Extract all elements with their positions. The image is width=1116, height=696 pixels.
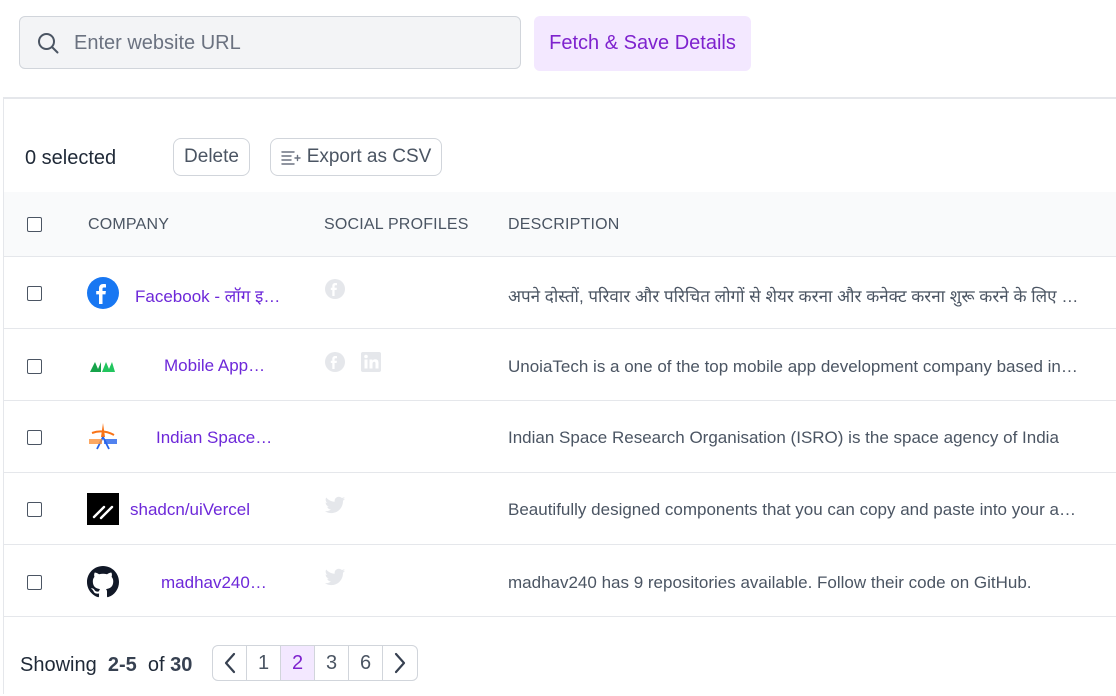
table-row: Mobile App Development Company UnoiaTech… [4,329,1116,401]
company-description: madhav240 has 9 repositories available. … [508,573,1032,592]
github-logo [87,566,119,598]
social-profiles [324,351,382,373]
row-checkbox[interactable] [27,286,42,301]
company-description: Beautifully designed components that you… [508,500,1080,519]
page-button-1[interactable]: 1 [247,646,281,680]
company-name-link[interactable]: Mobile App Development Company [164,356,269,376]
column-header-company: COMPANY [88,216,170,233]
showing-label: Showing [20,654,97,676]
company-name-link[interactable]: madhav240 (Madhav) [161,573,271,593]
company-name-link[interactable]: Indian Space Research Organisation [156,428,276,448]
social-profiles [324,278,346,300]
prev-page-button[interactable] [213,646,247,680]
top-bar: Fetch & Save Details [0,0,1116,97]
company-description: अपने दोस्तों, परिवार और परिचित लोगों से … [508,287,1080,306]
showing-range: 2-5 [107,654,137,676]
page-button-6[interactable]: 6 [349,646,383,680]
facebook-icon[interactable] [324,278,346,300]
facebook-logo [87,277,119,309]
company-description: Indian Space Research Organisation (ISRO… [508,428,1059,447]
table-row: Facebook - लॉग इन या साइन अप करें अपने द… [4,257,1116,329]
isro-logo [89,423,117,450]
chevron-left-icon [224,652,235,674]
export-list-icon [280,151,301,165]
row-checkbox[interactable] [27,575,42,590]
delete-button[interactable]: Delete [173,138,250,176]
table-row: shadcn/uiVercel Beautifully designed com… [4,473,1116,545]
table-row: Indian Space Research Organisation India… [4,401,1116,473]
of-label: of [147,654,165,676]
next-page-button[interactable] [383,646,417,680]
pagination-footer: Showing 2-5 of 30 1 2 3 6 [4,644,1116,696]
page-button-3[interactable]: 3 [315,646,349,680]
company-name-link[interactable]: Facebook - लॉग इन या साइन अप करें [135,284,287,307]
chevron-right-icon [394,652,406,674]
total-count: 30 [170,654,193,676]
selected-count: 0 selected [25,147,117,169]
social-profiles [324,494,346,516]
url-input[interactable] [72,17,506,70]
page-button-2[interactable]: 2 [281,646,315,680]
twitter-icon[interactable] [324,494,346,516]
table-header: COMPANY SOCIAL PROFILES DESCRIPTION [4,192,1116,257]
row-checkbox[interactable] [27,430,42,445]
export-csv-button[interactable]: Export as CSV [270,138,442,176]
column-header-description: DESCRIPTION [508,216,620,233]
social-profiles [324,566,346,588]
url-search-box[interactable] [19,16,521,70]
export-csv-label: Export as CSV [306,146,432,167]
twitter-icon[interactable] [324,566,346,588]
column-header-social: SOCIAL PROFILES [324,216,469,233]
companies-panel: 0 selected Delete Export as CSV COMPANY … [3,97,1116,694]
select-all-checkbox[interactable] [27,217,42,232]
search-icon [38,33,59,54]
company-description: UnoiaTech is a one of the top mobile app… [508,357,1080,376]
linkedin-icon[interactable] [360,351,382,373]
row-checkbox[interactable] [27,502,42,517]
fetch-save-button[interactable]: Fetch & Save Details [534,16,751,71]
company-name-link[interactable]: shadcn/uiVercel [130,500,310,520]
pagination: 1 2 3 6 [212,645,418,681]
unoiatech-logo [90,362,115,372]
table-row: madhav240 (Madhav) madhav240 has 9 repos… [4,545,1116,617]
showing-summary: Showing 2-5 of 30 [20,654,192,677]
shadcn-logo [87,493,119,525]
facebook-icon[interactable] [324,351,346,373]
row-checkbox[interactable] [27,359,42,374]
